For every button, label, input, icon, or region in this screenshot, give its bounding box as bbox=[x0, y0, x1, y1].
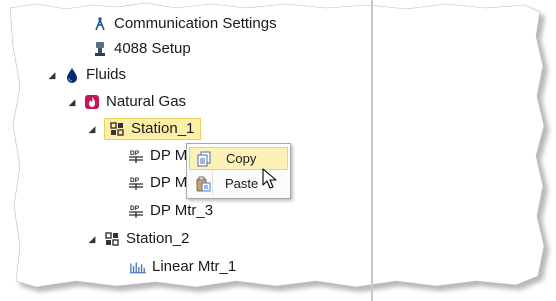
tree-item-dp-meter-2[interactable]: DP DP M bbox=[128, 172, 187, 194]
station-icon bbox=[109, 121, 125, 137]
tree-item-linear-meter-1[interactable]: Linear Mtr_1 bbox=[130, 256, 236, 278]
station-icon bbox=[104, 231, 120, 247]
mouse-pointer-icon bbox=[262, 168, 277, 189]
collapse-arrow-icon[interactable]: ◢ bbox=[86, 124, 98, 135]
tree-panel-window: Communication Settings 4088 Setup ◢ Flui… bbox=[0, 0, 556, 301]
pane-splitter[interactable] bbox=[371, 0, 373, 301]
collapse-arrow-icon[interactable]: ◢ bbox=[46, 70, 58, 81]
tree-item-label: Station_2 bbox=[126, 230, 190, 247]
dp-meter-icon: DP bbox=[128, 175, 144, 191]
tree-item-communication-settings[interactable]: Communication Settings bbox=[92, 13, 277, 35]
tree-item-label: DP M bbox=[150, 147, 188, 164]
svg-text:DP: DP bbox=[130, 205, 140, 212]
svg-text:DP: DP bbox=[130, 150, 140, 157]
tree-item-4088-setup[interactable]: 4088 Setup bbox=[92, 38, 191, 60]
flame-icon bbox=[84, 94, 100, 110]
antenna-icon bbox=[92, 16, 108, 32]
tree-item-label: DP M bbox=[150, 174, 188, 191]
svg-text:DP: DP bbox=[130, 177, 140, 184]
tree-item-station-2[interactable]: ◢ Station_2 bbox=[86, 228, 190, 250]
menu-item-copy[interactable]: Copy bbox=[189, 147, 288, 170]
dp-meter-icon: DP bbox=[128, 148, 144, 164]
copy-icon bbox=[196, 151, 212, 167]
tree-item-label: DP Mtr_3 bbox=[150, 202, 214, 219]
menu-item-label: Copy bbox=[226, 151, 257, 166]
tree-item-label: Communication Settings bbox=[114, 15, 277, 32]
collapse-arrow-icon[interactable]: ◢ bbox=[86, 234, 98, 245]
tree-item-label: Fluids bbox=[86, 66, 127, 83]
collapse-arrow-icon[interactable]: ◢ bbox=[66, 97, 78, 108]
tree-item-label: Station_1 bbox=[131, 120, 195, 137]
tree-item-station-1[interactable]: ◢ Station_1 bbox=[86, 118, 202, 140]
tree-item-fluids[interactable]: ◢ Fluids bbox=[46, 64, 126, 86]
selected-tree-item[interactable]: Station_1 bbox=[104, 118, 202, 140]
tree-item-natural-gas[interactable]: ◢ Natural Gas bbox=[66, 91, 187, 113]
tree-item-label: Linear Mtr_1 bbox=[152, 258, 237, 275]
linear-meter-icon bbox=[130, 259, 146, 275]
tree-item-dp-meter-3[interactable]: DP DP Mtr_3 bbox=[128, 200, 213, 222]
tree-item-label: Natural Gas bbox=[106, 93, 187, 110]
transmitter-icon bbox=[92, 41, 108, 57]
screenshot-canvas: Communication Settings 4088 Setup ◢ Flui… bbox=[0, 0, 556, 301]
paste-icon bbox=[195, 176, 211, 192]
menu-item-label: Paste bbox=[225, 176, 259, 191]
dp-meter-icon: DP bbox=[128, 203, 144, 219]
tree-item-label: 4088 Setup bbox=[114, 40, 191, 57]
tree-item-dp-meter-1[interactable]: DP DP M bbox=[128, 145, 187, 167]
droplet-icon bbox=[64, 67, 80, 83]
